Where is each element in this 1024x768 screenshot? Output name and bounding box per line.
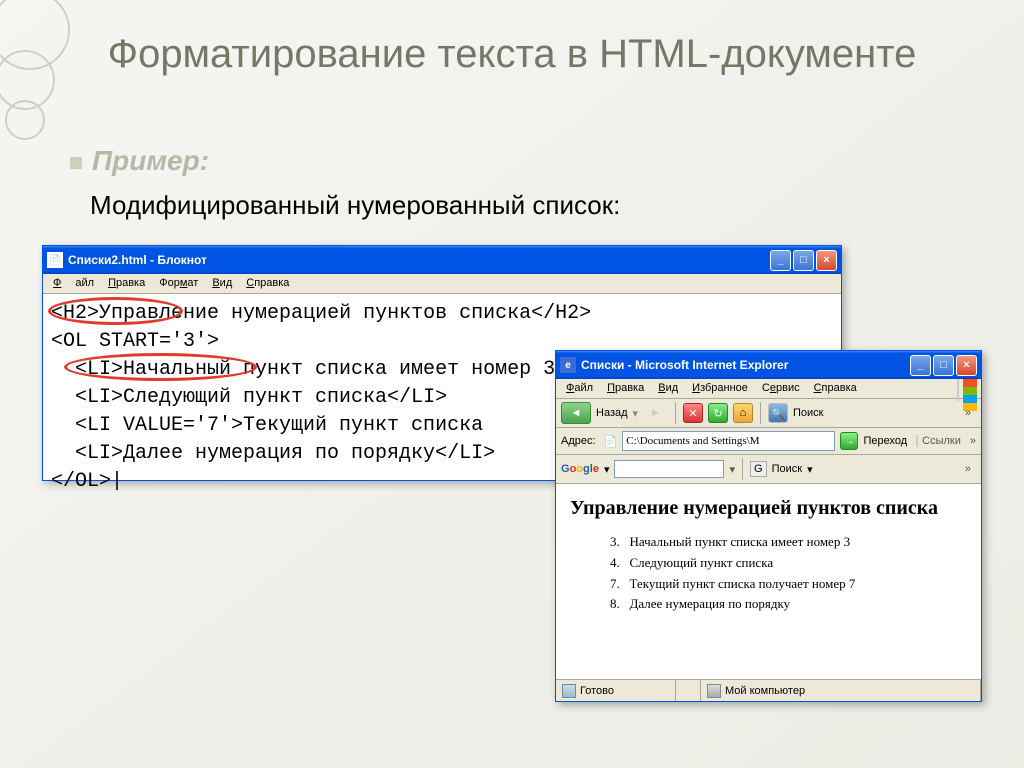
google-search-label: Поиск [772, 463, 802, 475]
windows-flag-icon [957, 379, 981, 401]
menu-edit[interactable]: Правка [600, 379, 651, 398]
list-item: 4. Следующий пункт списка [610, 553, 967, 574]
ie-app-icon: e [560, 357, 576, 373]
menu-view[interactable]: Вид [205, 274, 239, 293]
address-label: Адрес: [561, 435, 596, 447]
status-ready-icon [562, 684, 576, 698]
google-toolbar: Google ▾ ▾ G Поиск ▾ » [556, 455, 981, 484]
google-logo: Google [561, 463, 599, 475]
close-button[interactable]: × [816, 250, 837, 271]
menu-help[interactable]: Справка [239, 274, 296, 293]
back-label: Назад [596, 407, 628, 419]
example-label: Пример: [70, 145, 209, 177]
notepad-titlebar[interactable]: 📄 Списки2.html - Блокнот _ □ × [43, 246, 841, 274]
page-icon: 📄 [604, 435, 618, 448]
menu-help[interactable]: Справка [807, 379, 864, 398]
google-search-dropdown-icon[interactable]: ▾ [807, 463, 813, 476]
list-item: 8. Далее нумерация по порядку [610, 594, 967, 615]
notepad-app-icon: 📄 [47, 252, 63, 268]
status-ready: Готово [580, 685, 614, 697]
ie-page-content: Управление нумерацией пунктов списка 3. … [556, 484, 981, 679]
list-item: 3. Начальный пункт списка имеет номер 3 [610, 532, 967, 553]
slide-subtitle: Модифицированный нумерованный список: [90, 190, 620, 221]
notepad-title: Списки2.html - Блокнот [68, 253, 768, 267]
menu-view[interactable]: Вид [651, 379, 685, 398]
google-overflow-icon[interactable]: » [960, 463, 976, 475]
page-heading: Управление нумерацией пунктов списка [570, 496, 967, 520]
slide-title: Форматирование текста в HTML-документе [0, 0, 1024, 88]
google-input-dropdown-icon[interactable]: ▾ [729, 463, 735, 476]
ie-window: e Списки - Microsoft Internet Explorer _… [555, 350, 982, 702]
status-zone-icon [707, 684, 721, 698]
address-input[interactable] [622, 431, 835, 451]
minimize-button[interactable]: _ [910, 355, 931, 376]
notepad-menubar: Файл Правка Формат Вид Справка [43, 274, 841, 294]
ie-title: Списки - Microsoft Internet Explorer [581, 358, 908, 372]
menu-file[interactable]: Файл [559, 379, 600, 398]
menu-tools[interactable]: Сервис [755, 379, 807, 398]
links-label[interactable]: Ссылки [916, 435, 965, 447]
search-label: Поиск [793, 407, 823, 419]
refresh-icon[interactable]: ↻ [708, 403, 728, 423]
status-zone: Мой компьютер [725, 685, 805, 697]
maximize-button[interactable]: □ [793, 250, 814, 271]
go-button[interactable]: → [840, 432, 858, 450]
menu-edit[interactable]: Правка [101, 274, 152, 293]
links-overflow-icon[interactable]: » [970, 435, 976, 447]
close-button[interactable]: × [956, 355, 977, 376]
ie-titlebar[interactable]: e Списки - Microsoft Internet Explorer _… [556, 351, 981, 379]
back-dropdown-icon[interactable]: ▾ [633, 407, 639, 420]
toolbar-overflow-icon[interactable]: » [960, 407, 976, 419]
stop-icon[interactable]: ✕ [683, 403, 703, 423]
ie-menubar: Файл Правка Вид Избранное Сервис Справка [556, 379, 981, 399]
google-dropdown-icon[interactable]: ▾ [604, 463, 610, 476]
menu-favorites[interactable]: Избранное [685, 379, 755, 398]
ie-address-bar: Адрес: 📄 → Переход Ссылки » [556, 428, 981, 455]
ie-statusbar: Готово Мой компьютер [556, 679, 981, 701]
home-icon[interactable]: ⌂ [733, 403, 753, 423]
menu-format[interactable]: Формат [152, 274, 205, 293]
ordered-list: 3. Начальный пункт списка имеет номер 3 … [570, 532, 967, 615]
minimize-button[interactable]: _ [770, 250, 791, 271]
back-button[interactable]: ◄ [561, 402, 591, 424]
google-search-input[interactable] [614, 460, 724, 478]
list-item: 7. Текущий пункт списка получает номер 7 [610, 574, 967, 595]
menu-file[interactable]: Файл [46, 274, 101, 293]
search-icon[interactable]: 🔍 [768, 403, 788, 423]
forward-button: ► [643, 402, 668, 424]
go-label: Переход [863, 435, 907, 447]
google-search-icon[interactable]: G [750, 461, 767, 477]
ie-nav-toolbar: ◄ Назад ▾ ► ✕ ↻ ⌂ 🔍 Поиск » [556, 399, 981, 428]
maximize-button[interactable]: □ [933, 355, 954, 376]
